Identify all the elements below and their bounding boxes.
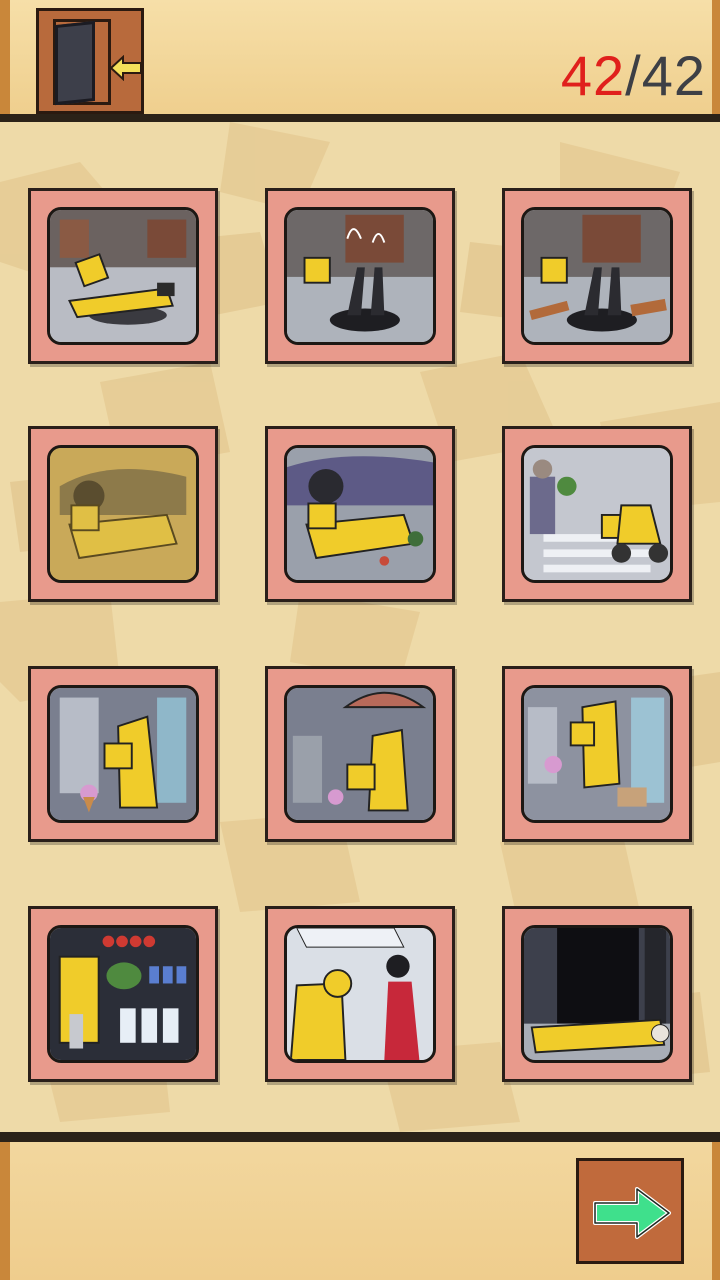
panel-scene-ice-cream-walk <box>47 685 199 823</box>
comic-panel-12[interactable] <box>502 906 692 1082</box>
panel-scene-shop-shelves <box>47 925 199 1063</box>
comic-panel-11[interactable] <box>265 906 455 1082</box>
comic-panel-10[interactable] <box>28 906 218 1082</box>
comic-board <box>0 122 720 1132</box>
panel-scene-manhole-legs-planks <box>521 207 673 345</box>
comic-panel-9[interactable] <box>502 666 692 842</box>
comic-panel-7[interactable] <box>28 666 218 842</box>
panel-scene-scooter-crossing <box>521 445 673 583</box>
comic-panel-3[interactable] <box>502 188 692 364</box>
panel-scene-car-crash <box>284 445 436 583</box>
progress-counter: 42/42 <box>561 46 706 106</box>
panel-scene-car-crash-sepia <box>47 445 199 583</box>
found-count: 42 <box>560 44 626 107</box>
total-count: 42 <box>641 44 706 107</box>
exit-button[interactable] <box>36 8 144 114</box>
comic-panel-6[interactable] <box>502 426 692 602</box>
panel-scene-fallen-courier <box>47 207 199 345</box>
exit-door-icon <box>55 20 95 106</box>
panel-scene-slip-umbrella <box>521 685 673 823</box>
counter-separator: / <box>625 44 642 107</box>
panel-scene-lying-in-doorway <box>521 925 673 1063</box>
panel-scene-woman-in-red <box>284 925 436 1063</box>
comic-panel-1[interactable] <box>28 188 218 364</box>
comic-panel-4[interactable] <box>28 426 218 602</box>
next-arrow-icon <box>593 1187 671 1239</box>
comic-panel-5[interactable] <box>265 426 455 602</box>
panel-scene-umbrella-ice-cream <box>284 685 436 823</box>
next-button[interactable] <box>576 1158 684 1264</box>
comic-panel-8[interactable] <box>265 666 455 842</box>
panel-scene-manhole-legs <box>284 207 436 345</box>
top-bar: 42/42 <box>0 0 720 122</box>
back-arrow-icon <box>109 55 142 81</box>
comic-panel-2[interactable] <box>265 188 455 364</box>
